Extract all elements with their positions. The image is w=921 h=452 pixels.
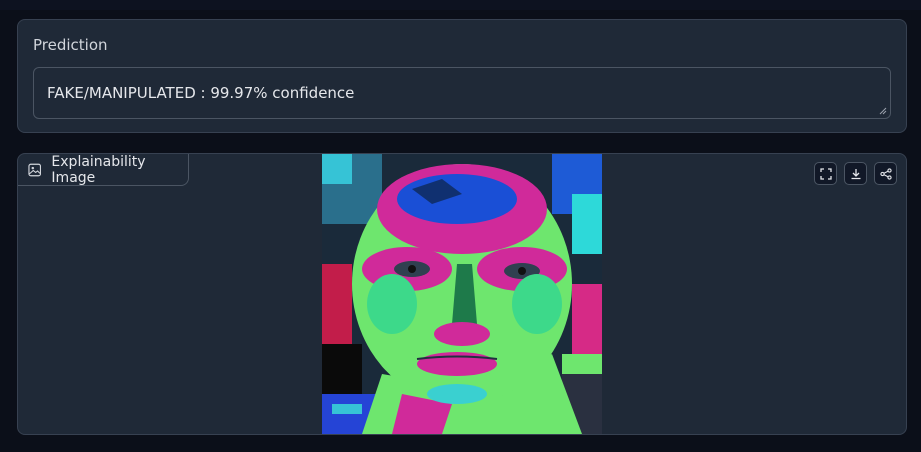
download-icon [851, 168, 860, 179]
top-bar [0, 0, 921, 10]
download-button[interactable] [844, 162, 867, 185]
explainability-tab: Explainability Image [18, 153, 189, 186]
prediction-panel: Prediction FAKE/MANIPULATED : 99.97% con… [17, 19, 907, 133]
resize-handle-icon[interactable] [879, 107, 887, 115]
prediction-value: FAKE/MANIPULATED : 99.97% confidence [47, 84, 355, 102]
fullscreen-button[interactable] [814, 162, 837, 185]
fullscreen-icon [819, 167, 832, 180]
prediction-textbox[interactable]: FAKE/MANIPULATED : 99.97% confidence [33, 67, 891, 119]
explainability-label: Explainability Image [51, 153, 146, 186]
image-toolbar [814, 162, 897, 185]
explainability-image [322, 154, 602, 434]
prediction-label: Prediction [33, 36, 108, 54]
image-icon [28, 163, 42, 176]
explainability-panel: Explainability Image [17, 153, 907, 435]
share-icon [879, 167, 892, 180]
share-button[interactable] [874, 162, 897, 185]
app-page: Prediction FAKE/MANIPULATED : 99.97% con… [0, 0, 921, 452]
